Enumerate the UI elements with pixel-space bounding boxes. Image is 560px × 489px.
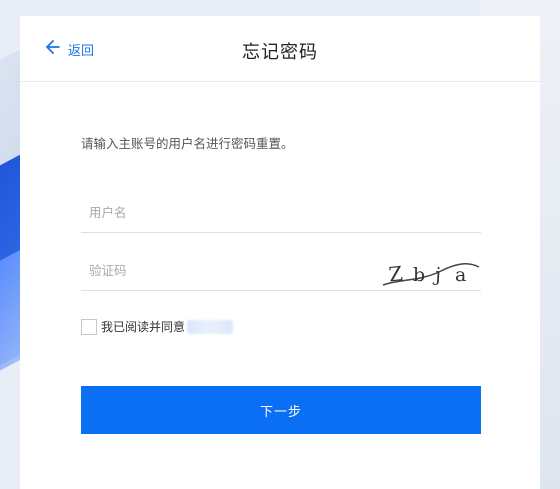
- agreement-row: 我已阅读并同意: [81, 318, 234, 335]
- forgot-password-card: 返回 忘记密码 请输入主账号的用户名进行密码重置。 Z b j a 我已阅读并同…: [20, 16, 540, 489]
- username-field: [81, 191, 481, 233]
- instruction-text: 请输入主账号的用户名进行密码重置。: [81, 136, 294, 151]
- agree-label: 我已阅读并同意: [101, 320, 186, 334]
- next-step-button[interactable]: 下一步: [81, 386, 481, 434]
- agree-checkbox[interactable]: [81, 318, 97, 335]
- username-input[interactable]: [89, 201, 369, 223]
- captcha-char: j: [432, 264, 441, 286]
- captcha-image[interactable]: Z b j a: [381, 257, 481, 289]
- captcha-field: Z b j a: [81, 249, 481, 291]
- card-header: 返回 忘记密码: [20, 16, 540, 82]
- agreement-link[interactable]: [187, 319, 234, 334]
- captcha-input[interactable]: [89, 259, 369, 281]
- captcha-char: Z: [387, 261, 403, 286]
- page-title: 忘记密码: [242, 42, 318, 63]
- captcha-char: a: [455, 264, 466, 286]
- captcha-char: b: [413, 264, 425, 286]
